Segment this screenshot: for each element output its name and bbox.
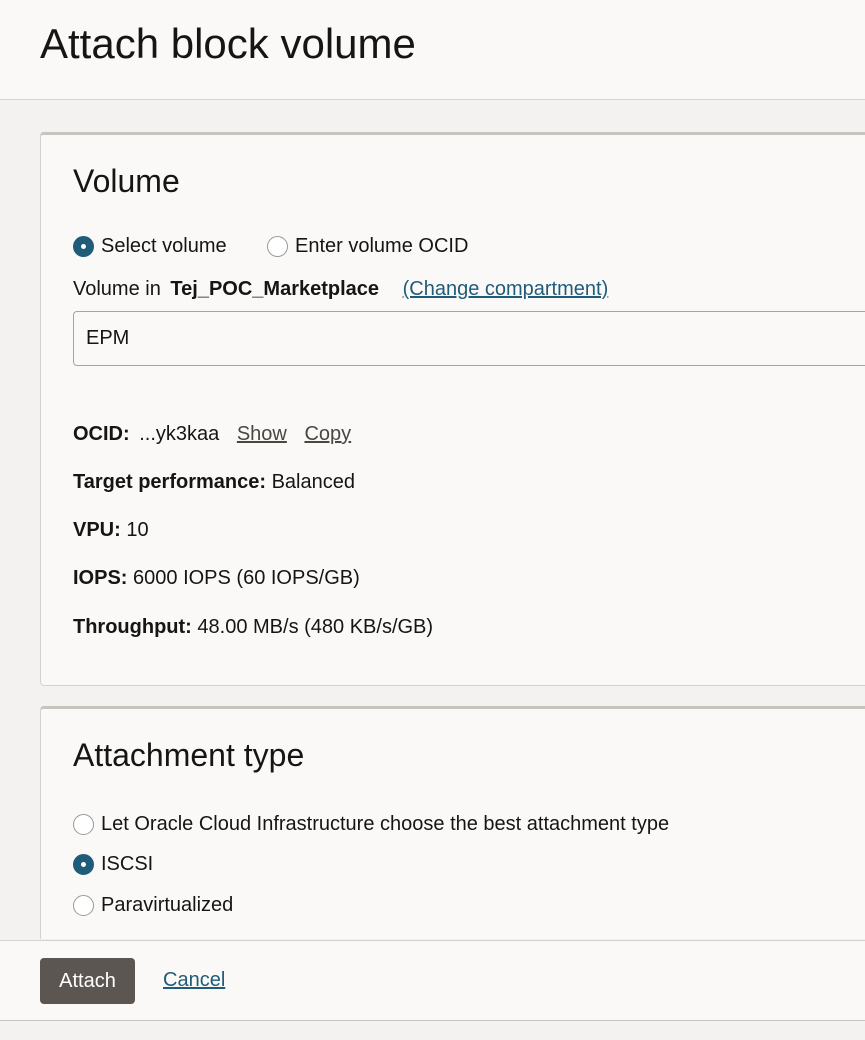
volume-in-label: Volume in xyxy=(73,278,161,300)
radio-checked-icon[interactable] xyxy=(73,236,94,257)
target-performance-line: Target performance: Balanced xyxy=(73,471,355,494)
volume-select[interactable]: EPM xyxy=(73,311,865,366)
ocid-line: OCID: ...yk3kaa Show Copy xyxy=(73,423,351,446)
volume-card: Volume Select volume Enter volume OCID V… xyxy=(40,132,865,686)
ocid-label: OCID: xyxy=(73,423,130,445)
iops-value: 6000 IOPS (60 IOPS/GB) xyxy=(133,567,360,589)
attachment-section-title: Attachment type xyxy=(73,737,305,773)
show-ocid-link[interactable]: Show xyxy=(237,423,287,445)
form-footer: Attach Cancel xyxy=(0,940,865,1021)
radio-attachment-auto-label: Let Oracle Cloud Infrastructure choose t… xyxy=(101,813,670,835)
radio-unchecked-icon[interactable] xyxy=(73,895,94,916)
change-compartment-link[interactable]: (Change compartment) xyxy=(403,278,609,300)
form-scroll-area[interactable]: Volume Select volume Enter volume OCID V… xyxy=(0,101,865,939)
iops-line: IOPS: 6000 IOPS (60 IOPS/GB) xyxy=(73,567,360,590)
radio-attachment-iscsi[interactable]: ISCSI xyxy=(73,853,153,876)
radio-attachment-iscsi-label: ISCSI xyxy=(101,853,154,875)
radio-attachment-paravirtualized[interactable]: Paravirtualized xyxy=(73,894,233,917)
radio-unchecked-icon[interactable] xyxy=(267,236,288,257)
cancel-link[interactable]: Cancel xyxy=(163,969,225,992)
throughput-label: Throughput: xyxy=(73,616,192,638)
throughput-value: 48.00 MB/s (480 KB/s/GB) xyxy=(197,616,434,638)
vpu-value: 10 xyxy=(126,519,149,541)
target-performance-label: Target performance: xyxy=(73,471,267,493)
radio-checked-icon[interactable] xyxy=(73,854,94,875)
throughput-line: Throughput: 48.00 MB/s (480 KB/s/GB) xyxy=(73,616,433,639)
page-header: Attach block volume xyxy=(0,0,865,100)
iops-label: IOPS: xyxy=(73,567,128,589)
vpu-label: VPU: xyxy=(73,519,121,541)
radio-select-volume[interactable]: Select volume xyxy=(73,235,227,258)
vpu-line: VPU: 10 xyxy=(73,519,149,542)
attach-button[interactable]: Attach xyxy=(40,958,135,1004)
radio-enter-ocid-label: Enter volume OCID xyxy=(295,235,469,257)
page-title: Attach block volume xyxy=(40,20,416,67)
attachment-type-card: Attachment type Let Oracle Cloud Infrast… xyxy=(40,706,865,939)
compartment-name: Tej_POC_Marketplace xyxy=(170,278,380,300)
radio-enter-ocid[interactable]: Enter volume OCID xyxy=(267,235,468,258)
radio-select-volume-label: Select volume xyxy=(101,235,227,257)
target-performance-value: Balanced xyxy=(271,471,355,493)
radio-attachment-auto[interactable]: Let Oracle Cloud Infrastructure choose t… xyxy=(73,813,669,836)
bottom-strip xyxy=(0,1022,865,1040)
radio-attachment-paravirtualized-label: Paravirtualized xyxy=(101,894,234,916)
volume-section-title: Volume xyxy=(73,163,180,199)
radio-unchecked-icon[interactable] xyxy=(73,814,94,835)
volume-compartment-line: Volume in Tej_POC_Marketplace (Change co… xyxy=(73,278,608,301)
ocid-value: ...yk3kaa xyxy=(139,423,220,445)
copy-ocid-link[interactable]: Copy xyxy=(304,423,351,445)
